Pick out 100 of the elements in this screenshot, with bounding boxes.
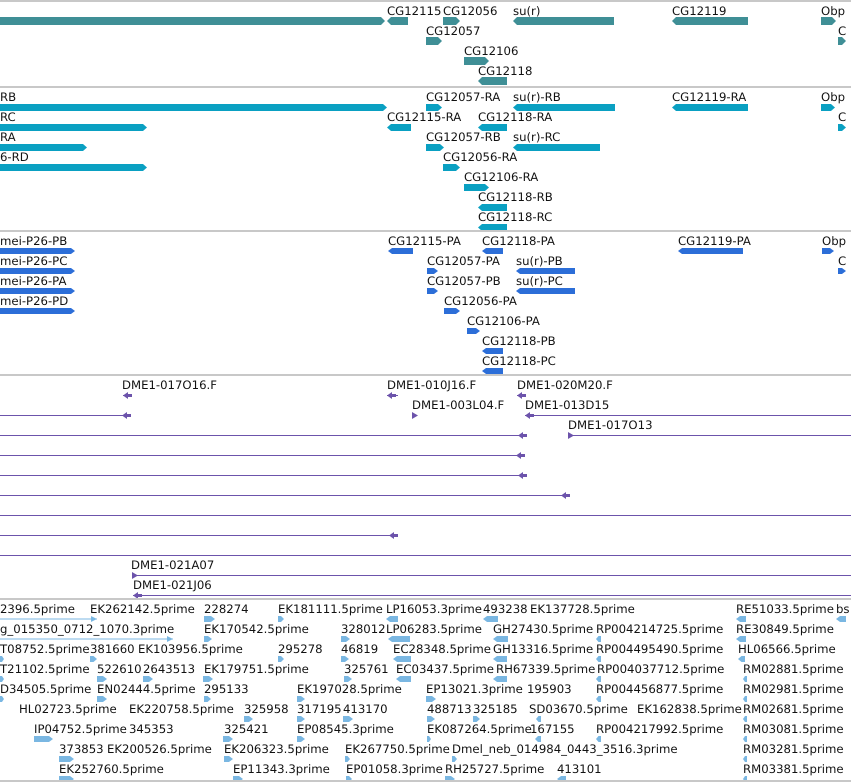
feature-label: 295133 xyxy=(204,682,249,696)
feature-label: RP004217992.5prime xyxy=(596,722,724,736)
feature-label: CG12119-RA xyxy=(672,90,746,104)
feature-label: DME1-013D15 xyxy=(525,398,610,412)
feature-label: EP13021.3prime xyxy=(426,682,523,696)
feature-label: EK137728.5prime xyxy=(530,602,635,616)
feature-label: CG12106-PA xyxy=(467,314,540,328)
feature-label: 413170 xyxy=(343,702,388,716)
feature-label: CG12057-PA xyxy=(427,254,500,268)
feature-label: RB xyxy=(0,90,16,104)
feature-label: T21102.5prime xyxy=(0,662,90,676)
feature-label: LP06283.5prime xyxy=(386,622,482,636)
feature-label: 6-RD xyxy=(0,150,29,164)
feature-label: su(r)-RB xyxy=(513,90,561,104)
feature-label: RC xyxy=(0,110,16,124)
feature-label: DME1-020M20.F xyxy=(517,378,613,392)
feature-label: EK200526.5prime xyxy=(107,742,212,756)
feature-label: 373853 xyxy=(59,742,104,756)
feature-label: su(r)-PB xyxy=(516,254,563,268)
feature-label: 325958 xyxy=(244,702,289,716)
feature-label: CG12118-RC xyxy=(478,210,552,224)
feature-label: 413101 xyxy=(557,762,602,776)
feature-label: DME1-003L04.F xyxy=(412,398,504,412)
feature-label: EN02444.5prime xyxy=(97,682,196,696)
feature-label: RP004037712.5prime xyxy=(597,662,724,676)
feature-label: 493238 xyxy=(483,602,528,616)
feature-label: DME1-017O13 xyxy=(568,418,653,432)
feature-label: EK206323.5prime xyxy=(224,742,329,756)
feature-label: Obp xyxy=(822,234,846,248)
feature-label: C xyxy=(838,24,846,38)
feature-label: 488713 xyxy=(427,702,472,716)
feature-label: EK087264.5prime xyxy=(427,722,532,736)
feature-label: su(r)-PC xyxy=(516,274,563,288)
feature-label: su(r)-RC xyxy=(513,130,560,144)
feature-label: CG12106-RA xyxy=(464,170,538,184)
feature-label: CG12115 xyxy=(387,4,442,18)
feature-label: EK220758.5prime xyxy=(129,702,234,716)
feature-label: EK179751.5prime xyxy=(204,662,309,676)
feature-label: 46819 xyxy=(341,642,378,656)
feature-label: Dmel_neb_014984_0443_3516.3prime xyxy=(452,742,678,756)
feature-label: GH13316.5prime xyxy=(493,642,594,656)
feature-label: C xyxy=(838,254,846,268)
feature-label: EC03437.5prime xyxy=(396,662,494,676)
feature-label: EK252760.5prime xyxy=(59,762,164,776)
feature-label: CG12119-PA xyxy=(678,234,751,248)
feature-label: 381660 xyxy=(90,642,135,656)
feature-label: RM02981.5prime xyxy=(743,682,844,696)
feature-label: 325761 xyxy=(344,662,389,676)
feature-label: su(r) xyxy=(513,4,540,18)
feature-label: CG12056-PA xyxy=(444,294,517,308)
feature-label: DME1-021A07 xyxy=(131,558,214,572)
feature-label: RH25727.5prime xyxy=(445,762,544,776)
feature-label: HL02723.5prime xyxy=(19,702,117,716)
feature-label: EK197028.5prime xyxy=(297,682,402,696)
feature-label: 195903 xyxy=(527,682,572,696)
feature-label: EK181111.5prime xyxy=(278,602,383,616)
feature-label: 2396.5prime xyxy=(0,602,75,616)
feature-label: DME1-010J16.F xyxy=(387,378,476,392)
feature-label: RM03381.5prime xyxy=(743,762,844,776)
feature-label: IP04752.5prime xyxy=(34,722,127,736)
feature-label: EK267750.5prime xyxy=(345,742,450,756)
feature-label: RE30849.5prime xyxy=(736,622,834,636)
feature-label: CG12118-RA xyxy=(478,110,552,124)
feature-label: CG12106 xyxy=(464,44,518,58)
feature-label: EC28348.5prime xyxy=(393,642,491,656)
feature-label: RP004214725.5prime xyxy=(596,622,724,636)
feature-label: C xyxy=(838,110,846,124)
feature-label: mei-P26-PD xyxy=(0,294,68,308)
feature-label: CG12057-RA xyxy=(426,90,500,104)
feature-label: CG12057 xyxy=(426,24,480,38)
feature-label: CG12119 xyxy=(672,4,726,18)
feature-label: mei-P26-PC xyxy=(0,254,68,268)
feature-label: bs xyxy=(836,602,850,616)
feature-label: mei-P26-PB xyxy=(0,234,68,248)
feature-label: RM02681.5prime xyxy=(743,702,844,716)
feature-label: RM03081.5prime xyxy=(743,722,844,736)
feature-label: RA xyxy=(0,130,16,144)
feature-label: CG12057-PB xyxy=(427,274,501,288)
feature-label: 522610 xyxy=(97,662,142,676)
feature-label: RM02881.5prime xyxy=(743,662,844,676)
feature-label: 325185 xyxy=(473,702,518,716)
feature-label: HL06566.5prime xyxy=(738,642,836,656)
feature-label: 295278 xyxy=(278,642,323,656)
feature-label: EP01058.3prime xyxy=(346,762,443,776)
feature-label: T08752.5prime xyxy=(0,642,90,656)
feature-label: 167155 xyxy=(530,722,575,736)
feature-label: DME1-021J06 xyxy=(133,578,212,592)
feature-label: EK262142.5prime xyxy=(90,602,195,616)
feature-label: SD03670.5prime xyxy=(529,702,628,716)
feature-label: CG12056 xyxy=(443,4,498,18)
feature-label: g_015350_0712_1070.3prime xyxy=(0,622,174,636)
feature-label: DME1-017O16.F xyxy=(122,378,217,392)
feature-label: GH27430.5prime xyxy=(493,622,594,636)
feature-label: 317195 xyxy=(297,702,342,716)
feature-label: 328012 xyxy=(341,622,386,636)
feature-label: EP08545.3prime xyxy=(297,722,394,736)
feature-label: 325421 xyxy=(224,722,269,736)
feature-label: RM03281.5prime xyxy=(743,742,844,756)
feature-label: EK162838.5prime xyxy=(637,702,742,716)
feature-label: D34505.5prime xyxy=(0,682,92,696)
